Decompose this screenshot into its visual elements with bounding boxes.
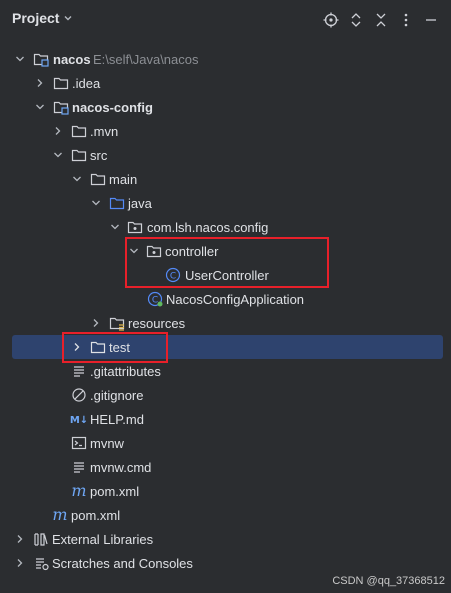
tree-item-label: mvnw.cmd xyxy=(90,459,152,475)
tree-item-label: resources xyxy=(128,315,186,331)
tree-item-label: nacos xyxy=(53,51,91,67)
maven-file-icon: m xyxy=(70,479,88,503)
chevron-down-icon xyxy=(64,16,72,21)
tree-item-label: pom.xml xyxy=(90,483,140,499)
tree-item-label: External Libraries xyxy=(52,531,154,547)
svg-text:m: m xyxy=(71,483,86,499)
chevron-down-icon[interactable] xyxy=(71,167,83,191)
svg-text:C: C xyxy=(152,296,158,306)
module-folder-icon xyxy=(53,95,69,119)
svg-text:M↓: M↓ xyxy=(70,415,88,426)
tree-item-scratches[interactable]: Scratches and Consoles xyxy=(0,551,451,575)
tree-item-src[interactable]: src xyxy=(0,143,451,167)
tree-item-label: pom.xml xyxy=(71,507,121,523)
chevron-right-icon[interactable] xyxy=(14,527,26,551)
text-file-icon xyxy=(71,455,87,479)
tree-item-mvnw-cmd[interactable]: mvnw.cmd xyxy=(0,455,451,479)
tree-item-nacos[interactable]: nacos E:\self\Java\nacos xyxy=(0,47,451,71)
module-folder-icon xyxy=(33,47,49,71)
project-view-selector[interactable]: Project xyxy=(12,10,73,26)
tree-item-label: com.lsh.nacos.config xyxy=(147,219,269,235)
tree-item-label: Scratches and Consoles xyxy=(52,555,193,571)
tree-item-label: NacosConfigApplication xyxy=(166,291,305,307)
watermark: CSDN @qq_37368512 xyxy=(332,575,445,587)
tree-item-label: nacos-config xyxy=(72,99,153,115)
svg-text:m: m xyxy=(52,507,67,523)
panel-title: Project xyxy=(12,10,60,26)
tree-item-label: main xyxy=(109,171,138,187)
tree-item-label: .gitignore xyxy=(90,387,144,403)
tree-item-pom-inner[interactable]: m pom.xml xyxy=(0,479,451,503)
chevron-right-icon[interactable] xyxy=(52,119,64,143)
tree-item-nacos-config-application[interactable]: C NacosConfigApplication xyxy=(0,287,451,311)
spring-boot-class-icon: C xyxy=(147,287,163,311)
tree-item-label: java xyxy=(128,195,152,211)
tree-item-label: .idea xyxy=(72,75,101,91)
package-folder-icon xyxy=(127,215,143,239)
highlight-box-test xyxy=(62,332,168,363)
tree-item-mvn[interactable]: .mvn xyxy=(0,119,451,143)
tree-item-external-libraries[interactable]: External Libraries xyxy=(0,527,451,551)
ignore-file-icon xyxy=(71,383,87,407)
locate-target-icon[interactable] xyxy=(321,10,341,30)
panel-header: Project xyxy=(0,0,451,40)
tree-item-label: .gitattributes xyxy=(90,363,161,379)
scratches-icon xyxy=(33,551,49,575)
more-options-icon[interactable] xyxy=(396,10,416,30)
tree-item-label: HELP.md xyxy=(90,411,144,427)
tree-item-path: E:\self\Java\nacos xyxy=(93,51,199,67)
chevron-down-icon[interactable] xyxy=(14,47,26,71)
minimize-icon[interactable] xyxy=(421,10,441,30)
libraries-icon xyxy=(33,527,49,551)
maven-file-icon: m xyxy=(51,503,69,527)
chevron-down-icon[interactable] xyxy=(90,191,102,215)
chevron-down-icon[interactable] xyxy=(34,95,46,119)
tree-item-help-md[interactable]: M↓ HELP.md xyxy=(0,407,451,431)
folder-icon xyxy=(90,167,106,191)
tree-item-pom-root[interactable]: m pom.xml xyxy=(0,503,451,527)
tree-item-nacos-config[interactable]: nacos-config xyxy=(0,95,451,119)
tree-item-java[interactable]: java xyxy=(0,191,451,215)
highlight-box-controller xyxy=(125,237,329,288)
tree-item-label: mvnw xyxy=(90,435,124,451)
tree-item-main[interactable]: main xyxy=(0,167,451,191)
chevron-right-icon[interactable] xyxy=(34,71,46,95)
folder-icon xyxy=(71,143,87,167)
source-folder-icon xyxy=(109,191,125,215)
expand-all-icon[interactable] xyxy=(346,10,366,30)
chevron-down-icon[interactable] xyxy=(52,143,64,167)
tree-item-gitignore[interactable]: .gitignore xyxy=(0,383,451,407)
folder-icon xyxy=(71,119,87,143)
tree-item-mvnw[interactable]: mvnw xyxy=(0,431,451,455)
tree-item-label: src xyxy=(90,147,108,163)
tree-item-idea[interactable]: .idea xyxy=(0,71,451,95)
chevron-down-icon[interactable] xyxy=(109,215,121,239)
markdown-file-icon: M↓ xyxy=(69,407,89,431)
chevron-right-icon[interactable] xyxy=(14,551,26,575)
tree-item-label: .mvn xyxy=(90,123,119,139)
collapse-all-icon[interactable] xyxy=(371,10,391,30)
folder-icon xyxy=(53,71,69,95)
tree-item-package[interactable]: com.lsh.nacos.config xyxy=(0,215,451,239)
terminal-file-icon xyxy=(71,431,87,455)
